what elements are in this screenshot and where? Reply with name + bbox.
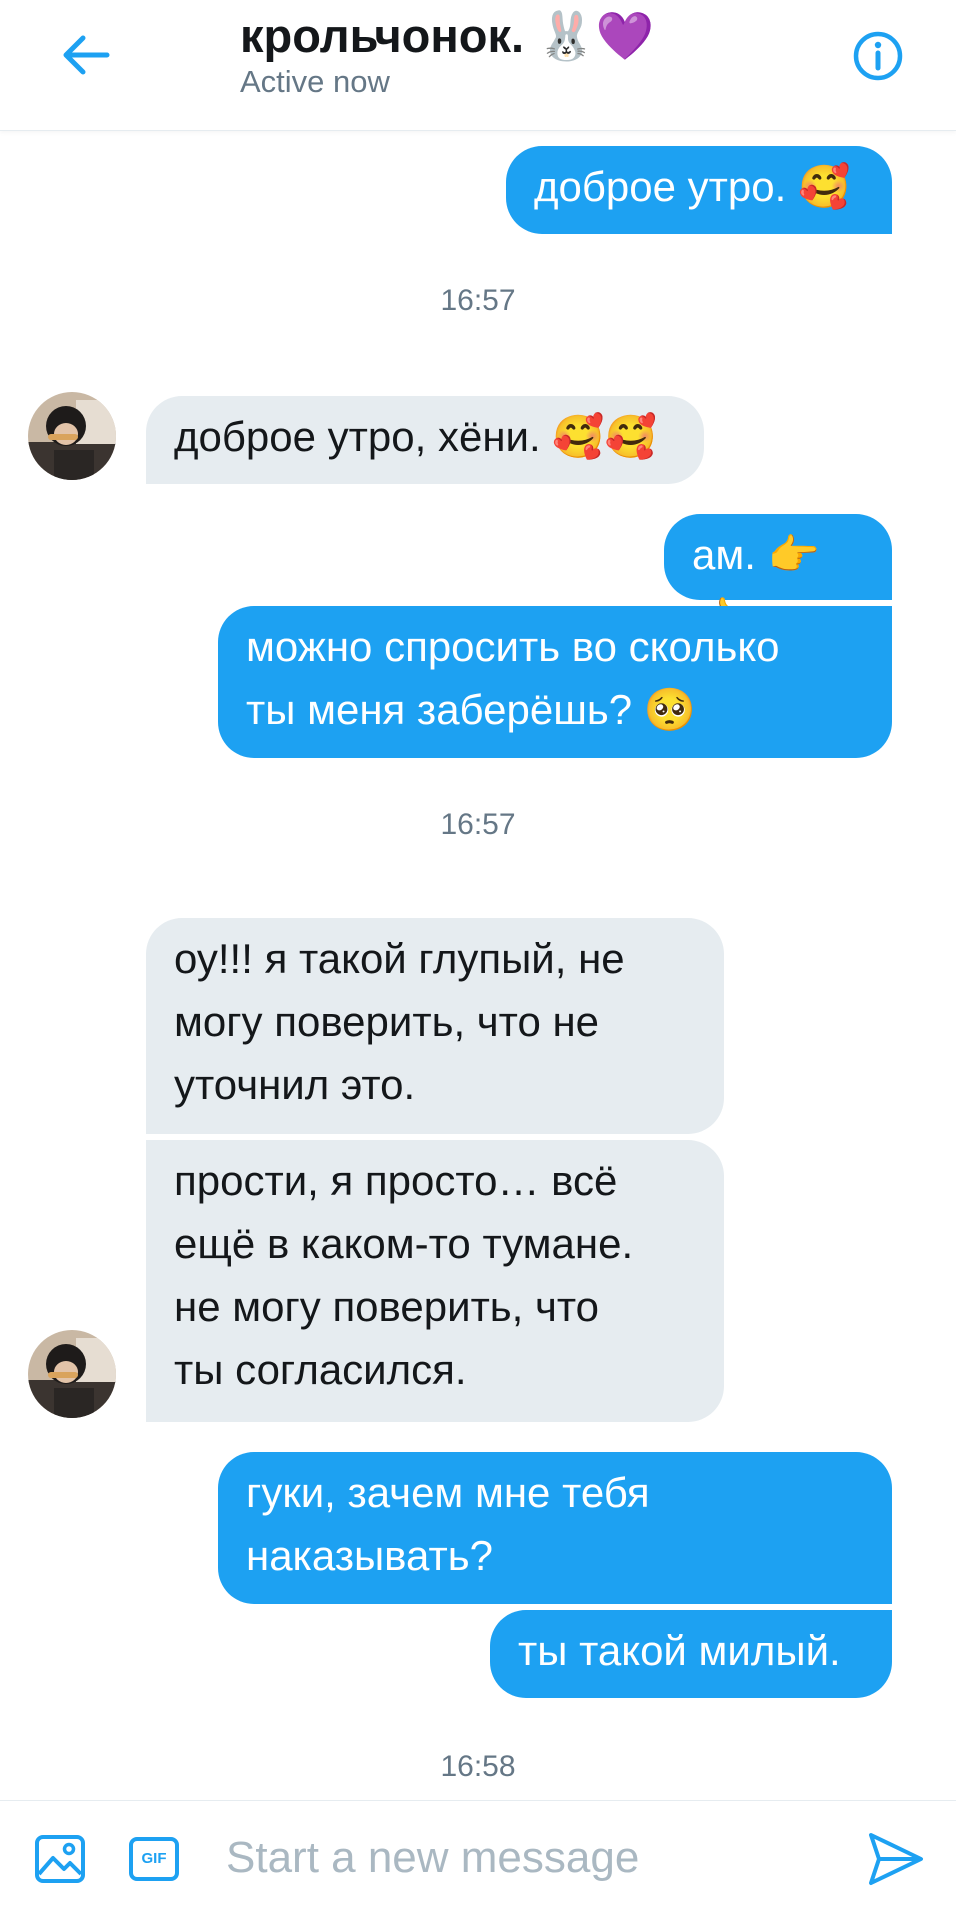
incoming-message[interactable]: доброе утро, хёни. 🥰🥰 <box>146 396 704 484</box>
outgoing-message[interactable]: ты такой милый. <box>490 1610 892 1698</box>
avatar[interactable] <box>28 1330 116 1418</box>
info-button[interactable] <box>848 26 908 86</box>
avatar[interactable] <box>28 392 116 480</box>
outgoing-message[interactable]: гуки, зачем мне тебя наказывать? <box>218 1452 892 1604</box>
info-icon <box>853 31 903 81</box>
timestamp: 16:58 <box>440 1750 516 1783</box>
outgoing-message[interactable]: ам. 👉👈 <box>664 514 892 641</box>
conversation-header: крольчонок. 🐰💜 Active now <box>0 0 956 131</box>
conversation-title: крольчонок. 🐰💜 <box>240 9 655 62</box>
avatar-image <box>28 392 116 480</box>
image-icon <box>35 1835 85 1883</box>
message-input[interactable] <box>226 1823 826 1893</box>
add-gif-button[interactable]: GIF <box>126 1831 182 1887</box>
timestamp: 16:57 <box>440 808 516 841</box>
send-button[interactable] <box>866 1831 926 1887</box>
presence-status: Active now <box>240 64 390 99</box>
message-composer: GIF <box>0 1800 956 1921</box>
send-icon <box>869 1833 923 1885</box>
arrow-left-icon <box>63 35 110 75</box>
outgoing-message[interactable]: можно спросить во сколько ты меня заберё… <box>218 606 892 758</box>
timestamp: 16:57 <box>440 284 516 317</box>
incoming-message[interactable]: прости, я просто… всё ещё в каком-то тум… <box>146 1140 724 1422</box>
outgoing-message[interactable]: доброе утро. 🥰 <box>506 146 892 234</box>
back-button[interactable] <box>56 22 116 88</box>
add-media-button[interactable] <box>32 1831 88 1887</box>
avatar-image <box>28 1330 116 1418</box>
incoming-message[interactable]: оу!!! я такой глупый, не могу поверить, … <box>146 918 724 1134</box>
gif-label: GIF <box>141 1850 167 1867</box>
